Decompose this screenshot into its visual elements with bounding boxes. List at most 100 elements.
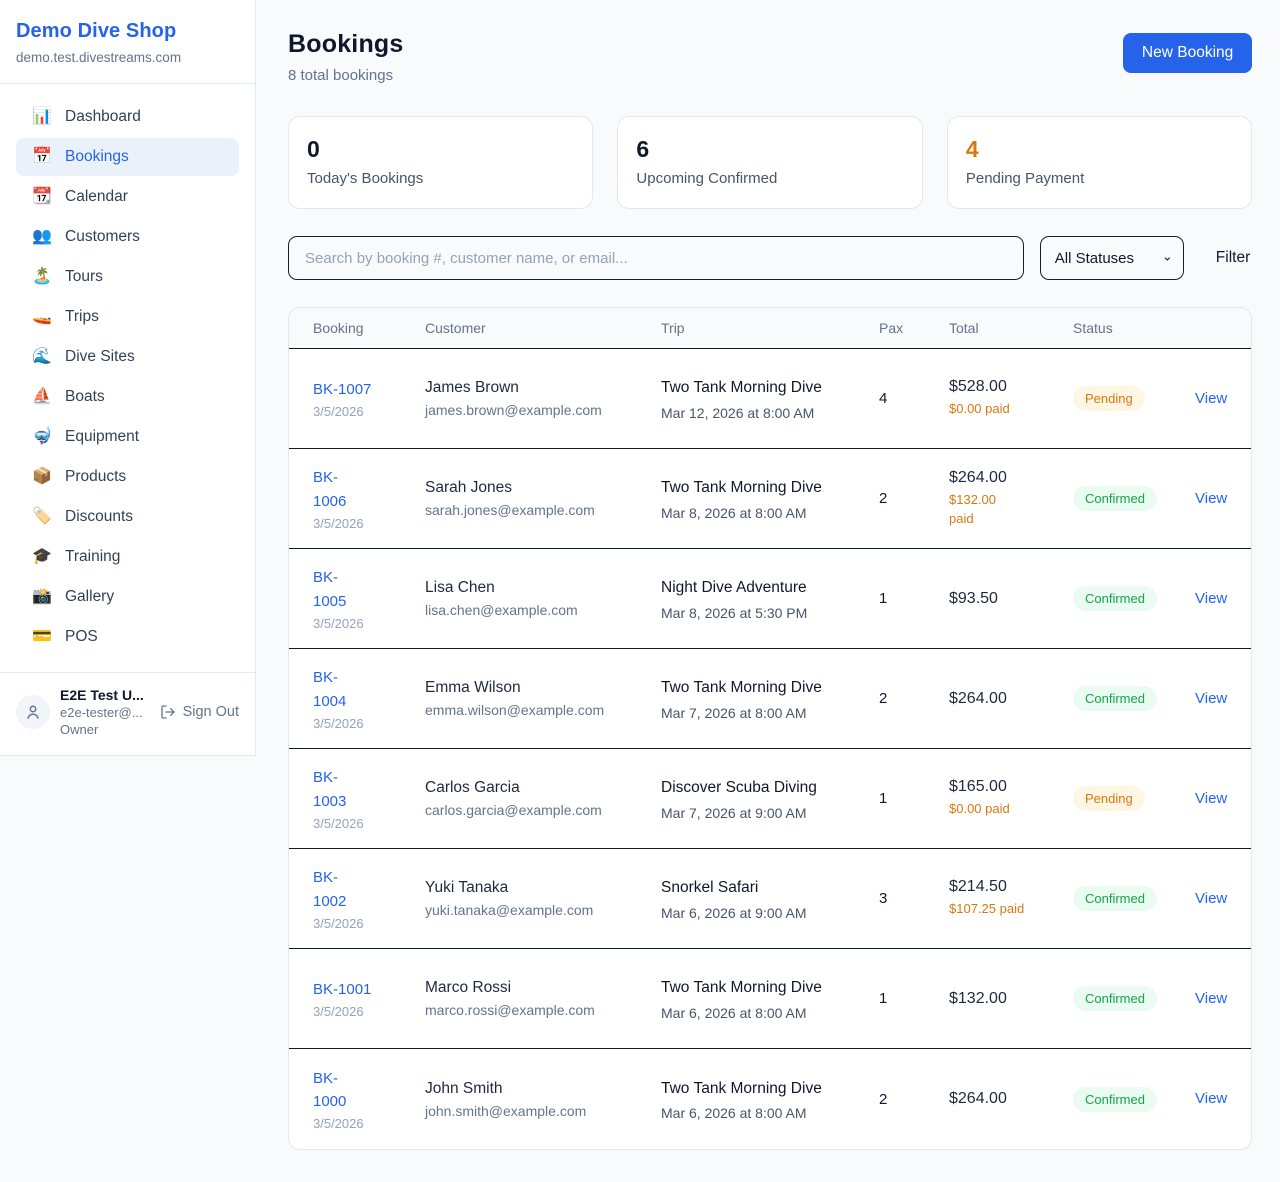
- view-link[interactable]: View: [1195, 1090, 1227, 1107]
- sidebar-item-calendar[interactable]: 📆 Calendar: [16, 178, 239, 216]
- view-link[interactable]: View: [1195, 890, 1227, 907]
- trip-name: Night Dive Adventure: [661, 576, 827, 599]
- stat-value: 0: [307, 136, 574, 163]
- sidebar-item-dive-sites[interactable]: 🌊Dive Sites: [16, 338, 239, 376]
- trip-name: Two Tank Morning Dive: [661, 376, 827, 399]
- tag-icon: 🏷️: [32, 509, 52, 525]
- trip-cell: Night Dive Adventure Mar 8, 2026 at 5:30 …: [661, 576, 879, 620]
- trip-date: Mar 8, 2026 at 5:30 PM: [661, 605, 879, 621]
- booking-cell: BK-10073/5/2026: [313, 378, 425, 419]
- sidebar-item-bookings[interactable]: 📅Bookings: [16, 138, 239, 176]
- table-row: BK-10063/5/2026Sarah Jonessarah.jones@ex…: [289, 449, 1251, 549]
- booking-id-link[interactable]: BK-1004: [313, 669, 346, 709]
- sign-out-label: Sign Out: [183, 704, 239, 720]
- status-badge: Pending: [1073, 786, 1145, 811]
- user-role: Owner: [60, 722, 150, 737]
- filter-button[interactable]: Filter: [1214, 245, 1252, 271]
- sidebar-nav: 📊Dashboard📅Bookings 📆 Calendar 👥Customers🏝️…: [0, 84, 255, 672]
- view-cell: View: [1195, 790, 1227, 808]
- customer-email: emma.wilson@example.com: [425, 702, 661, 718]
- column-header: Pax: [879, 320, 949, 336]
- customer-name: Carlos Garcia: [425, 779, 661, 797]
- sidebar-item-label: Calendar: [65, 188, 128, 206]
- sidebar-item-products[interactable]: 📦Products: [16, 458, 239, 496]
- total-amount: $528.00: [949, 378, 1073, 396]
- total-amount: $264.00: [949, 469, 1073, 487]
- booking-date: 3/5/2026: [313, 716, 425, 731]
- bar-chart-icon: 📊: [32, 109, 52, 125]
- booking-id-link[interactable]: BK-1007: [313, 381, 371, 398]
- total-amount: $165.00: [949, 778, 1073, 796]
- customer-name: Marco Rossi: [425, 979, 661, 997]
- status-select[interactable]: All Statuses: [1040, 236, 1184, 280]
- view-link[interactable]: View: [1195, 790, 1227, 807]
- pax-value: 1: [879, 790, 949, 807]
- table-body: BK-10073/5/2026James Brownjames.brown@ex…: [289, 349, 1251, 1149]
- customer-email: sarah.jones@example.com: [425, 502, 661, 518]
- new-booking-button[interactable]: New Booking: [1123, 33, 1252, 73]
- package-icon: 📦: [32, 469, 52, 485]
- view-link[interactable]: View: [1195, 490, 1227, 507]
- view-link[interactable]: View: [1195, 990, 1227, 1007]
- sidebar-item-boats[interactable]: ⛵Boats: [16, 378, 239, 416]
- pax-value: 4: [879, 390, 949, 407]
- booking-id-link[interactable]: BK-1001: [313, 981, 371, 998]
- sidebar-item-customers[interactable]: 👥Customers: [16, 218, 239, 256]
- booking-id-link[interactable]: BK-1002: [313, 869, 346, 909]
- stat-value: 6: [636, 136, 903, 163]
- paid-amount: $132.00paid: [949, 491, 1073, 529]
- sidebar-item-pos[interactable]: 💳POS: [16, 618, 239, 656]
- user-email: e2e-tester@...: [60, 705, 150, 720]
- booking-cell: BK-10023/5/2026: [313, 866, 425, 931]
- brand-domain: demo.test.divestreams.com: [16, 50, 239, 65]
- view-link[interactable]: View: [1195, 590, 1227, 607]
- view-cell: View: [1195, 390, 1227, 408]
- sidebar-item-tours[interactable]: 🏝️Tours: [16, 258, 239, 296]
- sidebar-item-trips[interactable]: 🚤Trips: [16, 298, 239, 336]
- table-row: BK-10003/5/2026John Smithjohn.smith@exam…: [289, 1049, 1251, 1149]
- sidebar-item-equipment[interactable]: 🤿Equipment: [16, 418, 239, 456]
- total-cell: $132.00: [949, 990, 1073, 1008]
- status-cell: Confirmed: [1073, 1087, 1195, 1112]
- user-name: E2E Test U...: [60, 687, 150, 703]
- sidebar-item-discounts[interactable]: 🏷️Discounts: [16, 498, 239, 536]
- total-cell: $264.00 $132.00paid: [949, 469, 1073, 529]
- people-icon: 👥: [32, 229, 52, 245]
- sailboat-icon: ⛵: [32, 389, 52, 405]
- booking-id-link[interactable]: BK-1006: [313, 469, 346, 509]
- sidebar-item-gallery[interactable]: 📸Gallery: [16, 578, 239, 616]
- total-cell: $264.00: [949, 690, 1073, 708]
- customer-name: Lisa Chen: [425, 579, 661, 597]
- controls-row: All Statuses ⌄ Filter: [288, 236, 1252, 280]
- trip-name: Two Tank Morning Dive: [661, 476, 827, 499]
- view-link[interactable]: View: [1195, 390, 1227, 407]
- trip-cell: Two Tank Morning DiveMar 7, 2026 at 8:00…: [661, 676, 879, 720]
- sidebar-item-dashboard[interactable]: 📊Dashboard: [16, 98, 239, 136]
- status-badge: Confirmed: [1073, 586, 1157, 611]
- total-cell: $93.50: [949, 590, 1073, 608]
- booking-id-link[interactable]: BK-1003: [313, 769, 346, 809]
- view-link[interactable]: View: [1195, 690, 1227, 707]
- view-cell: View: [1195, 590, 1227, 608]
- sign-out-button[interactable]: Sign Out: [160, 704, 239, 720]
- trip-cell: Discover Scuba DivingMar 7, 2026 at 9:00…: [661, 776, 879, 820]
- stat-label: Today's Bookings: [307, 170, 574, 187]
- stat-card-upcoming-confirmed: 6Upcoming Confirmed: [617, 116, 922, 209]
- booking-id-link[interactable]: BK-1005: [313, 569, 346, 609]
- customer-email: carlos.garcia@example.com: [425, 802, 661, 818]
- stats-row: 0Today's Bookings6Upcoming Confirmed4Pen…: [288, 116, 1252, 209]
- table-row: BK-10033/5/2026Carlos Garcia carlos.garci…: [289, 749, 1251, 849]
- person-icon: [24, 703, 42, 721]
- status-cell: Pending: [1073, 386, 1195, 411]
- table-row: BK-10023/5/2026Yuki Tanakayuki.tanaka@ex…: [289, 849, 1251, 949]
- search-input[interactable]: [288, 236, 1024, 280]
- stat-card-today-s-bookings: 0 Today's Bookings: [288, 116, 593, 209]
- tear-off-calendar-icon: 📆: [32, 189, 52, 205]
- column-header: Booking: [313, 320, 425, 336]
- diving-mask-icon: 🤿: [32, 429, 52, 445]
- view-cell: View: [1195, 1090, 1227, 1108]
- booking-id-link[interactable]: BK-1000: [313, 1070, 346, 1110]
- total-cell: $214.50$107.25 paid: [949, 878, 1073, 919]
- booking-cell: BK-10033/5/2026: [313, 766, 425, 831]
- sidebar-item-training[interactable]: 🎓Training: [16, 538, 239, 576]
